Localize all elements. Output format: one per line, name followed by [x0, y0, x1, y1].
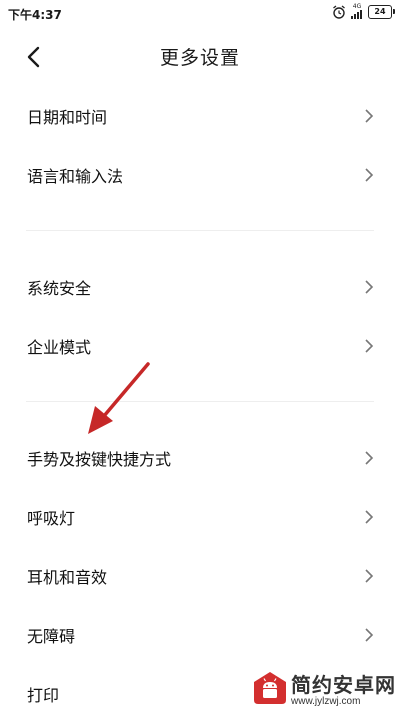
- menu-item-label: 企业模式: [27, 337, 92, 357]
- menu-item-label: 无障碍: [27, 626, 76, 646]
- menu-item-headphones-audio[interactable]: 耳机和音效: [0, 546, 400, 605]
- watermark-url: www.jylzwj.com: [291, 696, 361, 707]
- android-logo-icon: [254, 672, 286, 704]
- menu-item-gesture-shortcuts[interactable]: 手势及按键快捷方式: [0, 428, 400, 487]
- menu-item-label: 呼吸灯: [27, 508, 76, 528]
- menu-item-accessibility[interactable]: 无障碍: [0, 605, 400, 664]
- menu-item-label: 日期和时间: [27, 107, 108, 127]
- menu-item-label: 系统安全: [27, 278, 92, 298]
- chevron-right-icon: [365, 167, 374, 182]
- watermark-text: 简约安卓网 www.jylzwj.com: [291, 669, 396, 707]
- header: 更多设置: [0, 28, 400, 86]
- page-title: 更多设置: [159, 47, 240, 69]
- watermark-title: 简约安卓网: [291, 673, 396, 697]
- status-time: 下午4:37: [8, 8, 62, 22]
- watermark: 简约安卓网 www.jylzwj.com: [252, 669, 396, 707]
- menu-item-enterprise-mode[interactable]: 企业模式: [0, 316, 400, 375]
- alarm-clock-icon: [333, 5, 345, 19]
- chevron-right-icon: [365, 108, 374, 123]
- menu-item-label: 打印: [27, 685, 60, 705]
- menu-item-label: 耳机和音效: [27, 567, 108, 587]
- menu-item-date-time[interactable]: 日期和时间: [0, 86, 400, 145]
- status-bar: 下午4:37 4G 24: [0, 0, 400, 28]
- status-icons: 4G 24: [332, 3, 395, 19]
- menu-item-language-input[interactable]: 语言和输入法: [0, 145, 400, 204]
- menu-item-breathing-light[interactable]: 呼吸灯: [0, 487, 400, 546]
- settings-list: 日期和时间 语言和输入法 系统安全 企业模式 手势及按键快捷方式 呼吸灯 耳机和…: [0, 86, 400, 723]
- chevron-right-icon: [365, 627, 374, 642]
- battery-icon: 24: [368, 5, 395, 19]
- menu-item-label: 手势及按键快捷方式: [27, 449, 172, 469]
- chevron-right-icon: [365, 450, 374, 465]
- chevron-right-icon: [365, 279, 374, 294]
- menu-item-label: 语言和输入法: [27, 166, 124, 186]
- menu-item-system-security[interactable]: 系统安全: [0, 257, 400, 316]
- cellular-signal-icon: [351, 9, 362, 19]
- network-indicator: 4G: [351, 3, 363, 19]
- chevron-right-icon: [365, 568, 374, 583]
- chevron-right-icon: [365, 338, 374, 353]
- battery-level: 24: [374, 7, 386, 16]
- chevron-right-icon: [365, 509, 374, 524]
